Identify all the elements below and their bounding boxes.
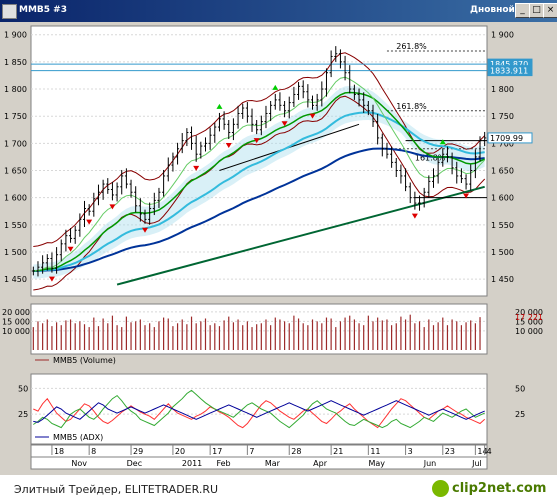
adx-tick-label: 25: [18, 410, 28, 419]
date-month-label: Dec: [127, 459, 142, 468]
volume-tick-label-right: 10 000: [515, 327, 543, 336]
price-tick-label-left: 1 500: [4, 248, 27, 257]
price-tick-label-left: 1 800: [4, 85, 27, 94]
price-tick-label: 1 450: [491, 275, 514, 284]
price-tick-label: 1 600: [491, 194, 514, 203]
clip2net-logo: clip2net.com: [452, 481, 547, 496]
fib-label: 261.8%: [396, 42, 427, 51]
adx-tick-label: 50: [18, 384, 28, 393]
volume-tick-label: 10 000: [2, 327, 30, 336]
price-tick-label-left: 1 600: [4, 194, 27, 203]
price-tick-label-left: 1 850: [4, 58, 27, 67]
date-day-label: 20: [175, 447, 185, 456]
date-month-label: Mar: [265, 459, 281, 468]
price-tag-label: 1709.99: [490, 134, 523, 143]
fib-label: 161.8%: [396, 102, 427, 111]
timeframe-label[interactable]: Дновной: [470, 5, 515, 15]
date-day-label: 17: [212, 447, 222, 456]
price-tick-label-left: 1 700: [4, 139, 27, 148]
date-month-label: May: [368, 459, 385, 468]
minimize-button[interactable]: _: [515, 3, 530, 18]
adx-tick-label-right: 25: [515, 410, 525, 419]
date-month-label: 2011: [182, 459, 202, 468]
date-day-label: 3: [408, 447, 413, 456]
app-icon: [2, 4, 17, 19]
footer-bar: Элитный Трейдер, ELITETRADER.RU clip2net…: [0, 475, 557, 503]
price-tick-label-left: 1 650: [4, 167, 27, 176]
close-button[interactable]: ×: [543, 3, 557, 18]
chart-area: 1 9001 9001 8501 8501 8001 8001 7501 750…: [2, 25, 543, 470]
date-month-label: Nov: [71, 459, 87, 468]
date-day-label: 29: [133, 447, 143, 456]
maximize-button[interactable]: □: [529, 3, 544, 18]
price-tag-label: 1833.911: [490, 67, 528, 76]
price-tick-label: 1 800: [491, 85, 514, 94]
date-month-label: Jun: [423, 459, 437, 468]
price-tick-label: 1 750: [491, 112, 514, 121]
adx-tick-label-right: 50: [515, 384, 525, 393]
date-month-label: Feb: [216, 459, 230, 468]
date-day-label: 8: [91, 447, 96, 456]
window-title: MMB5 #3: [19, 5, 67, 15]
date-day-label: 23: [445, 447, 455, 456]
volume-last-label: 17 221: [515, 313, 543, 322]
price-tick-label-left: 1 750: [4, 112, 27, 121]
volume-tick-label: 15 000: [2, 317, 30, 326]
price-tick-label: 1 500: [491, 248, 514, 257]
date-day-label: 28: [291, 447, 301, 456]
price-tick-label-left: 1 450: [4, 275, 27, 284]
title-bar[interactable]: MMB5 #3 Дновной _ □ ×: [0, 0, 557, 22]
date-day-label: 18: [54, 447, 64, 456]
date-day-label: 21: [333, 447, 343, 456]
date-month-label: Jul: [471, 459, 482, 468]
volume-tick-label: 20 000: [2, 308, 30, 317]
price-tick-label-left: 1 900: [4, 31, 27, 40]
date-day-label: 4: [487, 447, 492, 456]
price-tick-label-left: 1 550: [4, 221, 27, 230]
price-tick-label: 1 900: [491, 31, 514, 40]
price-tick-label: 1 650: [491, 167, 514, 176]
date-day-label: 11: [370, 447, 380, 456]
price-tick-label: 1 550: [491, 221, 514, 230]
chart-window: MMB5 #3 Дновной _ □ × 1 900 1 900 1 850 1 8…: [0, 0, 557, 475]
source-caption: Элитный Трейдер, ELITETRADER.RU: [14, 483, 219, 496]
date-month-label: Apr: [313, 459, 328, 468]
date-day-label: 7: [249, 447, 254, 456]
volume-legend-label: MMB5 (Volume): [53, 356, 116, 365]
clip2net-logo-icon: [432, 480, 449, 497]
adx-legend-label: MMB5 (ADX): [53, 433, 103, 442]
